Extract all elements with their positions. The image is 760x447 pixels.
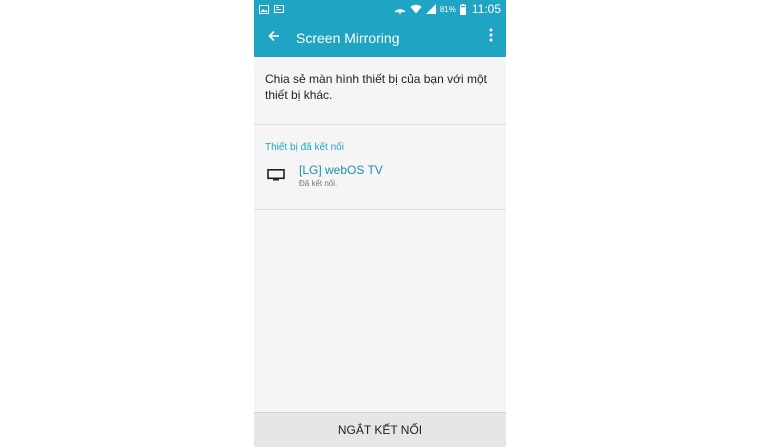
image-icon xyxy=(259,4,269,14)
battery-icon xyxy=(459,3,466,15)
device-status: Đã kết nối. xyxy=(299,179,338,188)
battery-percent: 81% xyxy=(439,4,456,14)
section-header: Thiết bị đã kết nối xyxy=(265,142,344,153)
more-options-button[interactable] xyxy=(486,28,496,47)
wifi-icon xyxy=(410,4,422,14)
status-bar: 81% 11:05 xyxy=(254,0,506,18)
device-name: [LG] webOS TV xyxy=(299,163,383,177)
clock: 11:05 xyxy=(471,2,501,16)
device-item[interactable]: [LG] webOS TV Đã kết nối. xyxy=(254,162,506,210)
back-button[interactable] xyxy=(266,30,282,46)
phone-screen: 81% 11:05 Screen Mirroring Chia sẻ màn h… xyxy=(254,0,506,447)
more-vertical-icon xyxy=(489,28,493,47)
arrow-left-icon xyxy=(268,29,280,47)
description-text: Chia sẻ màn hình thiết bị của bạn với mộ… xyxy=(254,57,506,125)
cast-icon xyxy=(394,4,406,14)
notification-icon xyxy=(274,5,284,13)
signal-icon xyxy=(425,4,436,14)
page-title: Screen Mirroring xyxy=(296,29,400,46)
disconnect-button[interactable]: NGẮT KẾT NỐI xyxy=(254,412,506,447)
tv-icon xyxy=(267,168,285,182)
app-bar: Screen Mirroring xyxy=(254,18,506,57)
